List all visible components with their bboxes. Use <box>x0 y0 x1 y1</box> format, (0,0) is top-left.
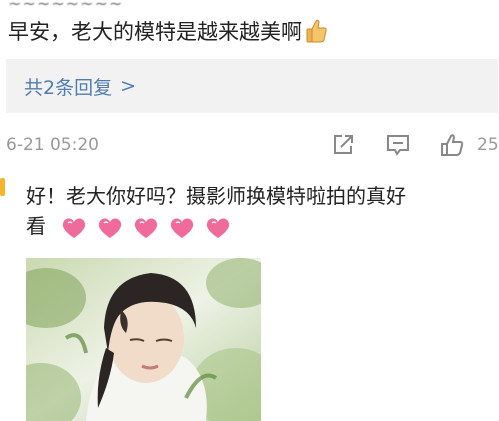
pink-heart-icon <box>63 217 86 238</box>
reply-text-line-2: 看 <box>26 211 496 241</box>
pink-heart-icon <box>99 217 122 238</box>
thumbs-up-icon <box>306 18 328 44</box>
like-icon[interactable] <box>440 132 466 158</box>
previous-comment-fragment: ~~~~~~~~ <box>8 0 124 13</box>
comment-text: 早安，老大的模特是越来越美啊 <box>8 16 328 46</box>
pink-heart-icon <box>135 217 158 238</box>
like-count: 25 <box>477 135 499 155</box>
photo-illustration <box>26 258 261 421</box>
timestamp: 6-21 05:20 <box>6 135 99 155</box>
reply-text-line-1: 好！老大你好吗？摄影师换模特啦拍的真好 <box>26 184 406 208</box>
reply-photo[interactable] <box>26 258 261 421</box>
share-icon[interactable] <box>330 132 356 158</box>
comment-text-content: 早安，老大的模特是越来越美啊 <box>8 20 302 44</box>
replies-label: 共2条回复 <box>24 76 113 99</box>
reply-text: 好！老大你好吗？摄影师换模特啦拍的真好 看 <box>26 181 496 241</box>
comment-icon[interactable] <box>385 132 411 158</box>
reply-accent-marker <box>0 178 5 196</box>
chevron-right-icon: > <box>120 75 137 97</box>
pink-heart-icon <box>207 217 230 238</box>
view-replies-button[interactable]: 共2条回复 > <box>6 59 498 113</box>
pink-heart-icon <box>171 217 194 238</box>
reply-text-line-2-content: 看 <box>26 214 46 238</box>
comment-meta-row: 6-21 05:20 25 <box>0 130 499 162</box>
heart-emoji-group <box>60 216 232 240</box>
